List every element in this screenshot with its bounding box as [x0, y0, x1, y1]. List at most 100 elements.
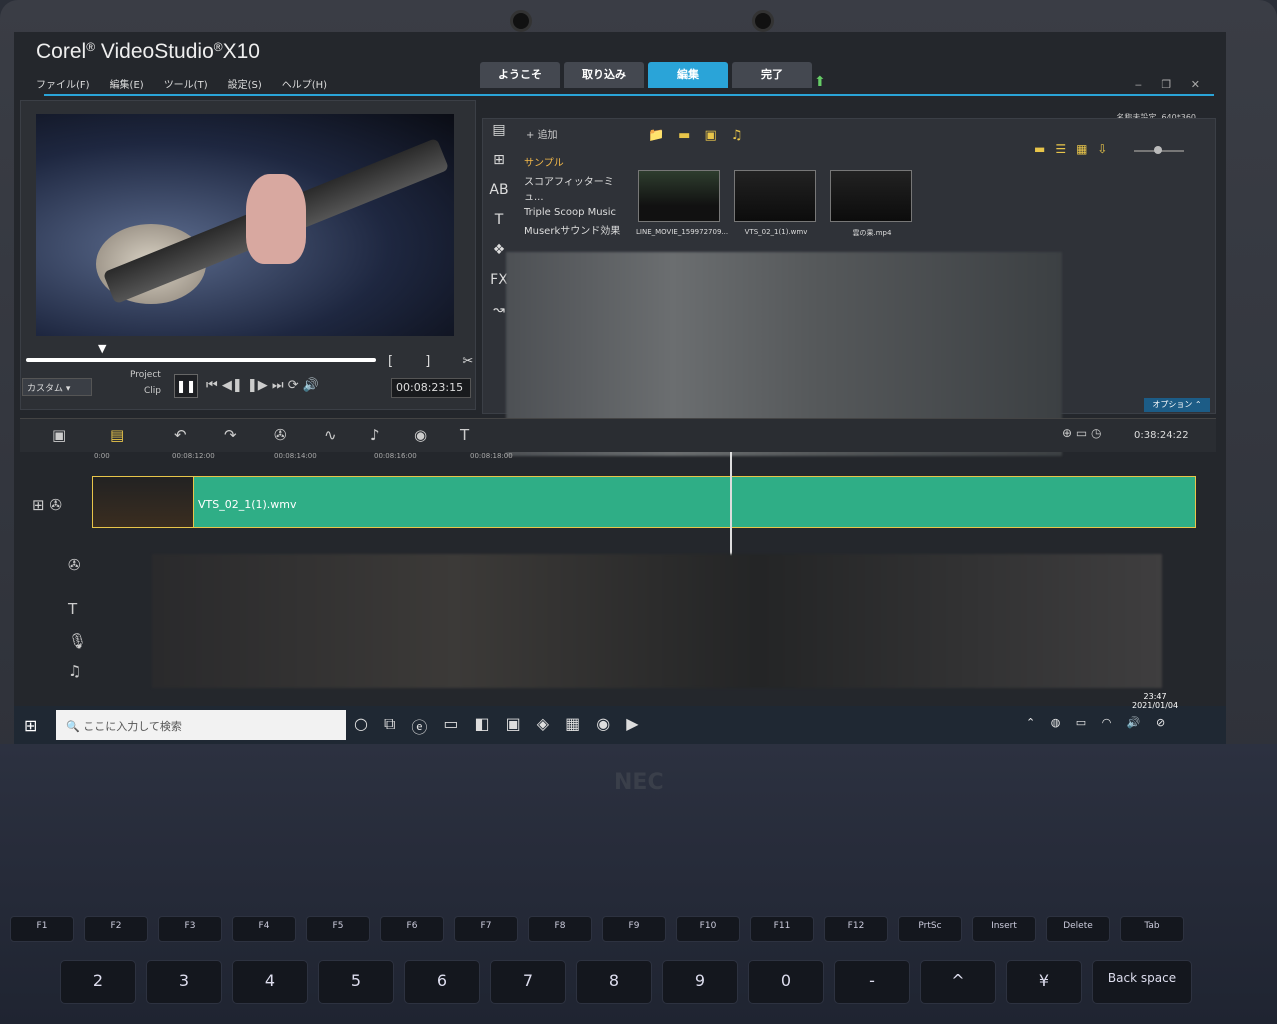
storyboard-icon[interactable]: ▣	[52, 426, 66, 444]
transport-controls[interactable]: ⏮ ◀❚ ❚▶ ⏭ ⟳ 🔊	[206, 378, 319, 393]
window-controls[interactable]: ‒ ❐ ✕	[1135, 78, 1208, 91]
app-icon[interactable]: ◉	[596, 714, 610, 738]
redo-icon[interactable]: ↷	[224, 426, 237, 444]
folder-scorefitter[interactable]: スコアフィッターミュ...	[520, 171, 630, 205]
subtitle-icon[interactable]: T	[460, 426, 469, 444]
title-track-icon[interactable]: T	[68, 600, 77, 618]
record-capture-icon[interactable]: ✇	[274, 426, 287, 444]
project-duration: 0:38:24:22	[1134, 430, 1189, 441]
menu-file[interactable]: ファイル(F)	[36, 76, 90, 91]
upload-icon[interactable]: ⬆	[814, 74, 826, 90]
clip-thumbnail[interactable]	[92, 476, 194, 528]
key: F7	[454, 916, 518, 942]
key: F1	[10, 916, 74, 942]
divider	[44, 94, 1214, 96]
app-icon[interactable]: ◈	[537, 714, 549, 738]
key: Tab	[1120, 916, 1184, 942]
menu-help[interactable]: ヘルプ(H)	[282, 76, 327, 91]
key: Back space	[1092, 960, 1192, 1004]
transition-icon[interactable]: AB	[489, 182, 508, 198]
add-button[interactable]: + 追加	[526, 126, 558, 141]
undo-icon[interactable]: ↶	[174, 426, 187, 444]
preview-video[interactable]	[36, 114, 454, 336]
menu-bar: ファイル(F) 編集(E) ツール(T) 設定(S) ヘルプ(H)	[36, 76, 327, 91]
title-icon[interactable]: T	[495, 212, 504, 228]
key: 2	[60, 960, 136, 1004]
mode-dropdown[interactable]: カスタム ▾	[22, 378, 92, 396]
hand	[246, 174, 306, 264]
key: 9	[662, 960, 738, 1004]
option-button[interactable]: オプション ⌃	[1144, 398, 1210, 412]
scrub-handle-icon[interactable]: ▼	[98, 342, 106, 355]
tab-capture[interactable]: 取り込み	[564, 62, 644, 88]
key: F2	[84, 916, 148, 942]
view-options-icons[interactable]: ▬☰▦⇩	[1034, 142, 1118, 156]
key: F9	[602, 916, 666, 942]
motion-tracking-icon[interactable]: ◉	[414, 426, 427, 444]
taskbar-clock[interactable]: 23:47 2021/01/04	[1132, 692, 1178, 710]
music-track-icon[interactable]: ♫	[68, 662, 81, 680]
media-thumb[interactable]	[638, 170, 720, 222]
media-thumb[interactable]	[830, 170, 912, 222]
task-view-icon[interactable]: ⧉	[384, 714, 395, 738]
library-filter-icons[interactable]: 📁▬▣♫	[648, 128, 756, 143]
path-icon[interactable]: ↝	[493, 302, 505, 318]
screen: Corel® VideoStudio®X10 ファイル(F) 編集(E) ツール…	[14, 32, 1226, 744]
clip-label[interactable]: Clip	[144, 386, 161, 396]
thumb-label: LINE_MOVIE_159972709...	[636, 228, 729, 236]
app-icon[interactable]: ◧	[475, 714, 490, 738]
taskbar-search[interactable]: 🔍 ここに入力して検索	[56, 710, 346, 740]
automusic-icon[interactable]: ♪	[370, 426, 380, 444]
menu-tools[interactable]: ツール(T)	[164, 76, 208, 91]
instant-project-icon[interactable]: ⊞	[493, 152, 505, 168]
thumbnail-labels: LINE_MOVIE_159972709... VTS_02_1(1).wmv …	[636, 228, 916, 238]
edge-icon[interactable]: ⓔ	[411, 714, 427, 738]
zoom-knob[interactable]	[1154, 146, 1162, 154]
folder-triple-scoop[interactable]: Triple Scoop Music	[520, 205, 630, 220]
ruler-tick: 00:08:16:00	[374, 452, 417, 460]
key: 4	[232, 960, 308, 1004]
explorer-icon[interactable]: ▭	[443, 714, 458, 738]
video-track-icon[interactable]: ⊞ ✇	[32, 496, 62, 514]
scrub-bar[interactable]	[26, 358, 376, 362]
taskbar-apps: ○ ⧉ ⓔ ▭ ◧ ▣ ◈ ▦ ◉ ▶	[354, 714, 639, 738]
voice-track-icon[interactable]: 🎙	[68, 632, 87, 650]
system-tray-icons[interactable]: ⌃ ◍ ▭ ◠ 🔊 ⊘	[1026, 716, 1171, 729]
media-thumb[interactable]	[734, 170, 816, 222]
project-label[interactable]: Project	[130, 370, 161, 380]
workspace-tabs: ようこそ 取り込み 編集 完了	[480, 62, 812, 88]
overlay-track-icon[interactable]: ✇	[68, 556, 81, 574]
app-icon[interactable]: ▣	[506, 714, 521, 738]
playhead[interactable]	[730, 452, 732, 556]
graphic-icon[interactable]: ❖	[493, 242, 506, 258]
folder-sample[interactable]: サンプル	[520, 152, 630, 171]
tab-share[interactable]: 完了	[732, 62, 812, 88]
menu-edit[interactable]: 編集(E)	[110, 76, 144, 91]
zoom-timeline-icon[interactable]: ⊕ ▭ ◷	[1062, 426, 1102, 440]
windows-start-icon[interactable]: ⊞	[24, 716, 37, 735]
key: 8	[576, 960, 652, 1004]
key: 7	[490, 960, 566, 1004]
clip-name: VTS_02_1(1).wmv	[198, 498, 297, 511]
tab-edit[interactable]: 編集	[648, 62, 728, 88]
pause-button[interactable]: ❚❚	[174, 374, 198, 398]
function-key-row: F1 F2 F3 F4 F5 F6 F7 F8 F9 F10 F11 F12 P…	[10, 916, 1184, 942]
menu-settings[interactable]: 設定(S)	[228, 76, 262, 91]
timeline-ruler[interactable]: 0:00 00:08:12:00 00:08:14:00 00:08:16:00…	[94, 452, 1214, 470]
sound-mixer-icon[interactable]: ∿	[324, 426, 337, 444]
cortana-icon[interactable]: ○	[354, 714, 368, 738]
key: F8	[528, 916, 592, 942]
ruler-tick: 00:08:12:00	[172, 452, 215, 460]
webcam	[510, 10, 532, 32]
videostudio-icon[interactable]: ▶	[626, 714, 638, 738]
timecode-field[interactable]: 00:08:23:15	[391, 378, 471, 398]
media-icon[interactable]: ▤	[492, 122, 505, 138]
ruler-tick: 0:00	[94, 452, 110, 460]
number-key-row: 2 3 4 5 6 7 8 9 0 - ^ ¥ Back space	[60, 960, 1192, 1004]
timeline-view-icon[interactable]: ▤	[110, 426, 124, 444]
folder-sound-effects[interactable]: Muserkサウンド効果	[520, 220, 630, 239]
key: F11	[750, 916, 814, 942]
key: PrtSc	[898, 916, 962, 942]
tab-welcome[interactable]: ようこそ	[480, 62, 560, 88]
app-icon[interactable]: ▦	[565, 714, 580, 738]
